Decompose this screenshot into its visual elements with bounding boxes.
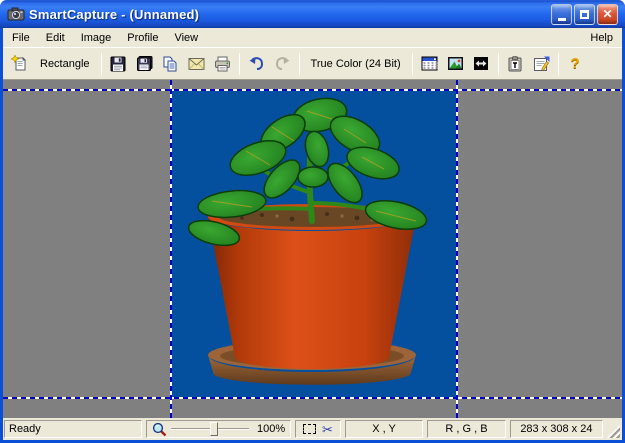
capture-mode-label[interactable]: Rectangle (33, 58, 97, 70)
save-all-icon (135, 56, 153, 72)
email-icon (188, 57, 205, 71)
new-capture-button[interactable] (7, 51, 32, 76)
magnifier-icon (152, 422, 167, 437)
capture-canvas[interactable] (3, 79, 622, 418)
print-icon (214, 56, 231, 72)
save-button[interactable] (106, 51, 131, 76)
zoom-level: 100% (253, 423, 285, 435)
image-viewer-button[interactable] (443, 51, 468, 76)
copy-icon (162, 56, 178, 72)
capture-window-button[interactable] (417, 51, 442, 76)
toolbar-separator (558, 53, 559, 75)
image-dimensions-panel: 283 x 308 x 24 (510, 420, 603, 438)
title-bar[interactable]: SmartCapture - (Unnamed) ✕ (0, 0, 625, 28)
client-area: File Edit Image Profile View Help Rectan… (3, 28, 622, 440)
coords-label: X , Y (372, 423, 396, 435)
close-button[interactable]: ✕ (597, 4, 618, 25)
close-icon: ✕ (602, 8, 612, 20)
selection-guide-top[interactable] (3, 89, 622, 91)
properties-button[interactable] (529, 51, 554, 76)
rgb-label: R , G , B (445, 423, 487, 435)
maximize-button[interactable] (574, 4, 595, 25)
image-icon (447, 56, 464, 71)
menu-bar: File Edit Image Profile View Help (3, 28, 622, 47)
status-bar: Ready 100% ✂ X , Y R , (3, 418, 622, 440)
resize-grip[interactable] (607, 425, 620, 438)
toolbar-separator (498, 53, 499, 75)
redo-button[interactable] (270, 51, 295, 76)
maximize-glyph (580, 10, 589, 19)
pixel-color-panel: R , G , B (427, 420, 505, 438)
redo-icon (274, 56, 291, 71)
captured-image[interactable] (172, 91, 456, 397)
camera-icon (7, 6, 25, 22)
menu-help[interactable]: Help (582, 30, 621, 46)
selection-tools-panel: ✂ (295, 420, 341, 438)
capture-window-icon (421, 56, 438, 71)
selection-guide-left[interactable] (170, 80, 172, 418)
toolbar: Rectangle (3, 47, 622, 79)
email-button[interactable] (184, 51, 209, 76)
minimize-glyph (558, 18, 566, 21)
selection-guide-right[interactable] (456, 80, 458, 418)
menu-image[interactable]: Image (73, 30, 120, 46)
minimize-button[interactable] (551, 4, 572, 25)
color-depth-label[interactable]: True Color (24 Bit) (304, 58, 408, 70)
undo-button[interactable] (244, 51, 269, 76)
save-icon (110, 56, 126, 72)
menu-profile[interactable]: Profile (119, 30, 166, 46)
print-button[interactable] (210, 51, 235, 76)
properties-icon (533, 56, 550, 72)
zoom-panel: 100% (146, 420, 291, 438)
window-title: SmartCapture - (Unnamed) (29, 7, 551, 22)
zoom-slider[interactable] (171, 428, 249, 430)
clipboard-text-icon (508, 56, 522, 72)
paste-text-button[interactable] (503, 51, 528, 76)
invert-colors-icon (473, 56, 489, 71)
scissors-icon[interactable]: ✂ (322, 423, 333, 436)
toolbar-separator (239, 53, 240, 75)
menu-edit[interactable]: Edit (38, 30, 73, 46)
selection-marquee-icon[interactable] (303, 424, 316, 434)
help-button[interactable]: ? (563, 51, 588, 76)
image-info-text: 283 x 308 x 24 (520, 423, 592, 435)
toolbar-separator (101, 53, 102, 75)
help-icon: ? (571, 55, 580, 72)
menu-file[interactable]: File (4, 30, 38, 46)
app-window: SmartCapture - (Unnamed) ✕ File Edit Ima… (0, 0, 625, 443)
copy-button[interactable] (158, 51, 183, 76)
status-message: Ready (4, 420, 142, 438)
menu-view[interactable]: View (166, 30, 206, 46)
zoom-slider-thumb[interactable] (210, 422, 218, 436)
save-all-button[interactable] (132, 51, 157, 76)
invert-colors-button[interactable] (469, 51, 494, 76)
new-capture-icon (11, 55, 28, 72)
undo-icon (248, 56, 265, 71)
cursor-coordinates-panel: X , Y (345, 420, 423, 438)
status-text: Ready (9, 423, 41, 435)
selection-guide-bottom[interactable] (3, 397, 622, 399)
toolbar-separator (412, 53, 413, 75)
toolbar-separator (299, 53, 300, 75)
